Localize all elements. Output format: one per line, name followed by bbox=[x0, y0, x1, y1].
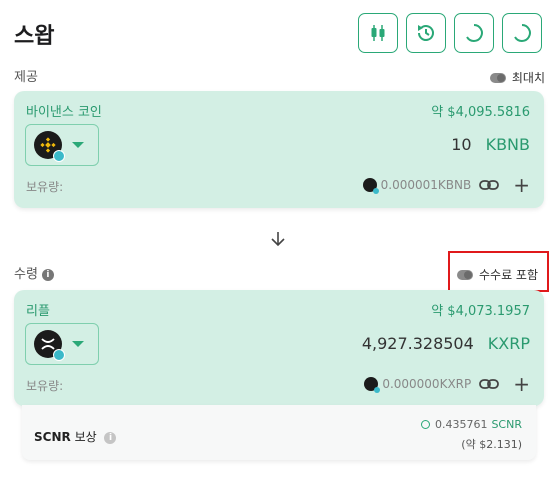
xrp-mini-logo-icon bbox=[364, 377, 381, 393]
receive-card: 리플 약 $4,073.1957 4,927.328504 KXRP 보유량: … bbox=[14, 290, 544, 406]
refresh-button-2[interactable] bbox=[502, 13, 542, 53]
provide-token-select[interactable] bbox=[25, 124, 99, 166]
bnb-logo-icon bbox=[34, 131, 65, 162]
max-label: 최대치 bbox=[511, 71, 545, 85]
refresh-button[interactable] bbox=[454, 13, 494, 53]
provide-amount-value: 10 bbox=[451, 135, 472, 154]
provide-usd-value: 약 $4,095.5816 bbox=[431, 105, 530, 120]
receive-balance-label: 보유량: bbox=[26, 379, 64, 393]
provide-token-name: 바이낸스 코인 bbox=[26, 105, 102, 120]
refresh-loading-icon bbox=[466, 24, 483, 42]
receive-label: 수령 bbox=[14, 267, 38, 282]
chevron-down-icon bbox=[72, 341, 84, 347]
toggle-switch-icon[interactable] bbox=[489, 72, 506, 83]
fee-toggle-highlight bbox=[448, 251, 549, 292]
plus-icon[interactable]: + bbox=[513, 175, 530, 195]
reward-label-token: SCNR bbox=[34, 430, 71, 444]
history-icon bbox=[418, 25, 434, 41]
receive-balance-value: 0.000000KXRP bbox=[382, 377, 472, 391]
provide-label: 제공 bbox=[14, 70, 38, 85]
chart-button[interactable] bbox=[358, 13, 398, 53]
page-title: 스왑 bbox=[14, 24, 55, 49]
provide-balance: 0.000001KBNB + bbox=[362, 175, 530, 195]
info-icon[interactable]: i bbox=[104, 431, 117, 444]
bnb-mini-logo-icon bbox=[362, 178, 379, 194]
receive-unit: KXRP bbox=[487, 334, 530, 353]
reward-amount: 0.435761 SCNR bbox=[420, 418, 522, 431]
arrow-down-icon[interactable] bbox=[270, 230, 286, 248]
receive-label-wrap: 수령 i bbox=[14, 263, 54, 282]
link-icon[interactable] bbox=[479, 378, 500, 390]
provide-balance-label: 보유량: bbox=[26, 180, 64, 194]
receive-token-select[interactable] bbox=[25, 323, 99, 365]
receive-balance: 0.000000KXRP + bbox=[364, 374, 530, 394]
xrp-logo-icon bbox=[34, 330, 65, 361]
refresh-loading-icon bbox=[514, 24, 531, 42]
reward-label-text: 보상 bbox=[74, 430, 97, 444]
reward-unit: SCNR bbox=[491, 418, 522, 431]
reward-usd: (약 $2.131) bbox=[461, 438, 522, 451]
scnr-coin-icon bbox=[420, 420, 430, 429]
receive-token-name: 리플 bbox=[26, 304, 50, 319]
plus-icon[interactable]: + bbox=[513, 374, 530, 394]
reward-label: SCNR 보상 i bbox=[34, 428, 117, 445]
reward-panel: SCNR 보상 i 0.435761 SCNR (약 $2.131) bbox=[22, 405, 536, 460]
receive-amount-value: 4,927.328504 bbox=[361, 334, 474, 353]
info-icon[interactable]: i bbox=[41, 268, 54, 281]
provide-unit: KBNB bbox=[485, 135, 530, 154]
provide-balance-value: 0.000001KBNB bbox=[380, 178, 472, 192]
reward-amount-value: 0.435761 bbox=[434, 418, 488, 431]
receive-usd-value: 약 $4,073.1957 bbox=[431, 304, 530, 319]
link-icon[interactable] bbox=[479, 179, 500, 191]
chevron-down-icon bbox=[72, 142, 84, 148]
receive-amount: 4,927.328504 KXRP bbox=[362, 334, 530, 353]
candlestick-chart-icon bbox=[371, 25, 385, 41]
provide-amount[interactable]: 10 KBNB bbox=[451, 135, 530, 154]
max-toggle[interactable]: 최대치 bbox=[489, 69, 545, 86]
provide-card: 바이낸스 코인 약 $4,095.5816 10 KBNB 보유량: 0.000… bbox=[14, 91, 544, 208]
history-button[interactable] bbox=[406, 13, 446, 53]
